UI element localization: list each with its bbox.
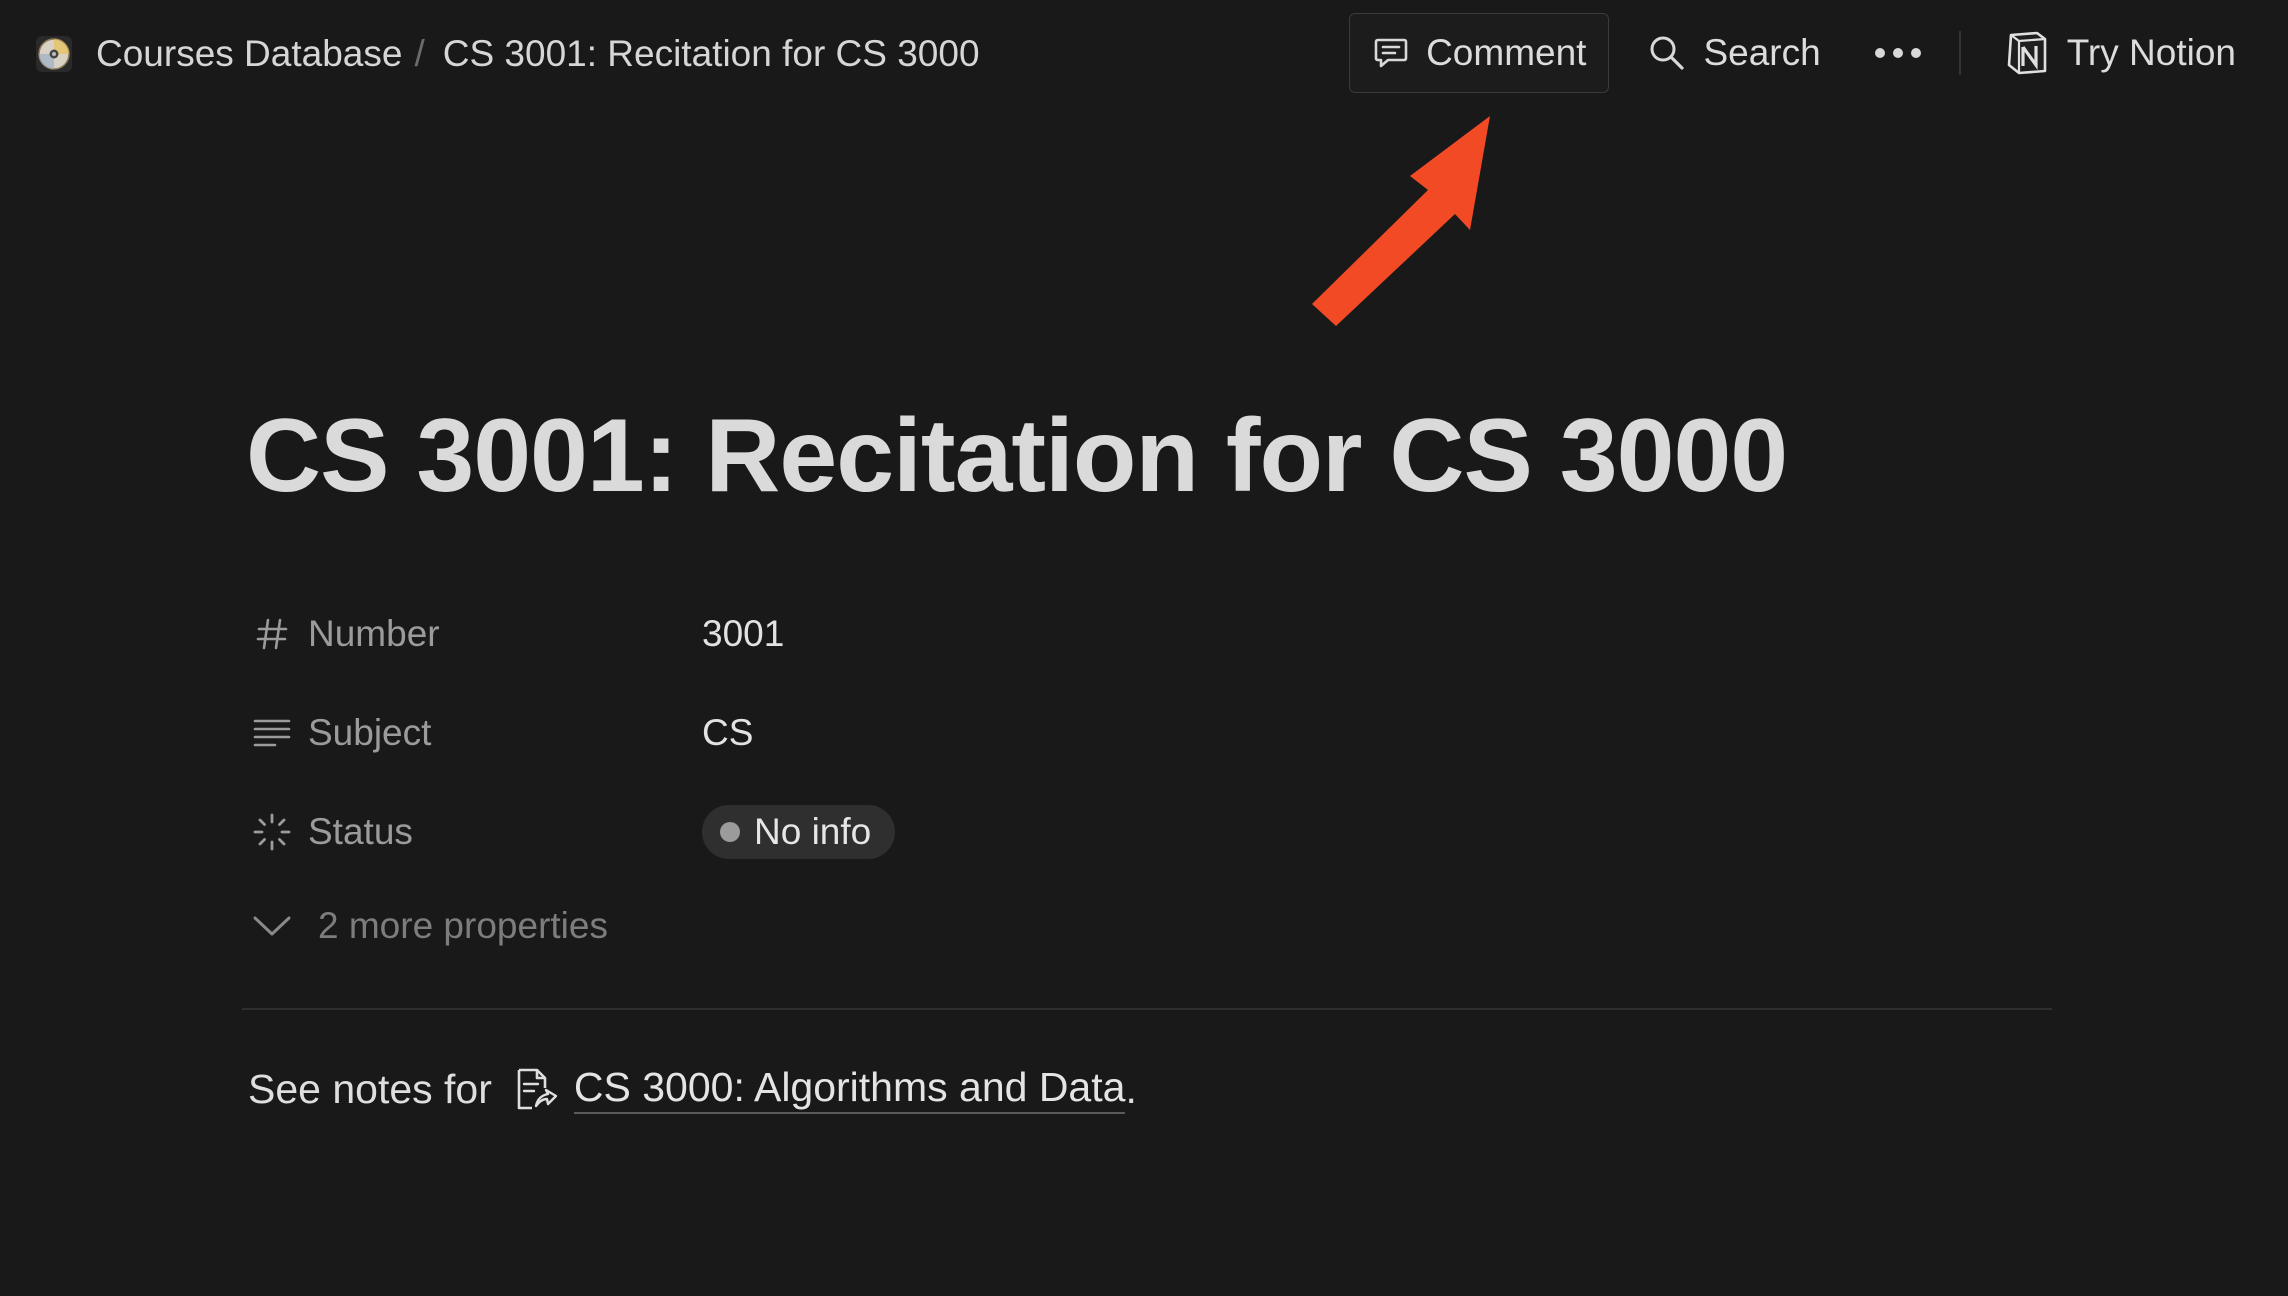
property-label: Status (308, 810, 413, 852)
comment-icon (1374, 38, 1408, 68)
hash-icon (250, 612, 294, 656)
comment-label: Comment (1426, 32, 1587, 73)
property-number[interactable]: Number 3001 (250, 584, 2050, 683)
document-link-icon (510, 1064, 560, 1114)
more-properties-toggle[interactable]: 2 more properties (250, 881, 2050, 971)
breadcrumb-separator: / (414, 33, 425, 74)
property-label: Number (308, 612, 440, 654)
status-badge[interactable]: No info (702, 804, 896, 859)
try-notion-label: Try Notion (2066, 32, 2236, 73)
property-subject-value[interactable]: CS (702, 712, 753, 754)
properties-list: Number 3001 Subject CS Status No info 2 … (250, 584, 2050, 971)
search-icon (1650, 36, 1685, 70)
top-bar: Courses Database / CS 3001: Recitation f… (0, 0, 2288, 108)
notes-suffix: . (1125, 1065, 1137, 1112)
try-notion-button[interactable]: Try Notion (1981, 13, 2258, 93)
topbar-divider (1958, 31, 1961, 75)
property-number-value[interactable]: 3001 (702, 613, 784, 655)
comment-button[interactable]: Comment (1349, 13, 1610, 93)
breadcrumb: Courses Database / CS 3001: Recitation f… (34, 24, 980, 84)
annotation-arrow (1312, 116, 1490, 326)
notes-paragraph: See notes for CS 3000: Algorithms and Da… (248, 1064, 1137, 1114)
chevron-down-icon (250, 904, 294, 948)
page-title[interactable]: CS 3001: Recitation for CS 3000 (246, 404, 1788, 508)
property-subject-name: Subject (250, 711, 702, 755)
more-properties-label: 2 more properties (318, 905, 608, 946)
more-options-button[interactable] (1853, 13, 1943, 93)
breadcrumb-page[interactable]: CS 3001: Recitation for CS 3000 (443, 33, 980, 75)
breadcrumb-database[interactable]: Courses Database (96, 33, 402, 75)
search-button[interactable]: Search (1625, 13, 1842, 93)
property-label: Subject (308, 711, 432, 753)
properties-divider (242, 1008, 2052, 1010)
status-label: No info (754, 810, 872, 852)
status-dot (720, 821, 740, 842)
property-status[interactable]: Status No info (250, 782, 2050, 881)
notes-prefix: See notes for (248, 1065, 492, 1112)
topbar-actions: Comment Search Try Notion (1349, 12, 2258, 94)
property-subject[interactable]: Subject CS (250, 683, 2050, 782)
notes-page-link[interactable]: CS 3000: Algorithms and Data (573, 1064, 1126, 1114)
database-disc-icon[interactable] (34, 34, 74, 74)
search-label: Search (1703, 32, 1821, 73)
property-number-name: Number (250, 612, 702, 656)
notion-logo-icon (2007, 31, 2047, 75)
more-horizontal-icon (1874, 48, 1921, 58)
text-lines-icon (250, 711, 294, 755)
property-status-name: Status (250, 810, 702, 854)
property-status-value[interactable]: No info (702, 804, 896, 859)
status-spinner-icon (250, 810, 294, 854)
